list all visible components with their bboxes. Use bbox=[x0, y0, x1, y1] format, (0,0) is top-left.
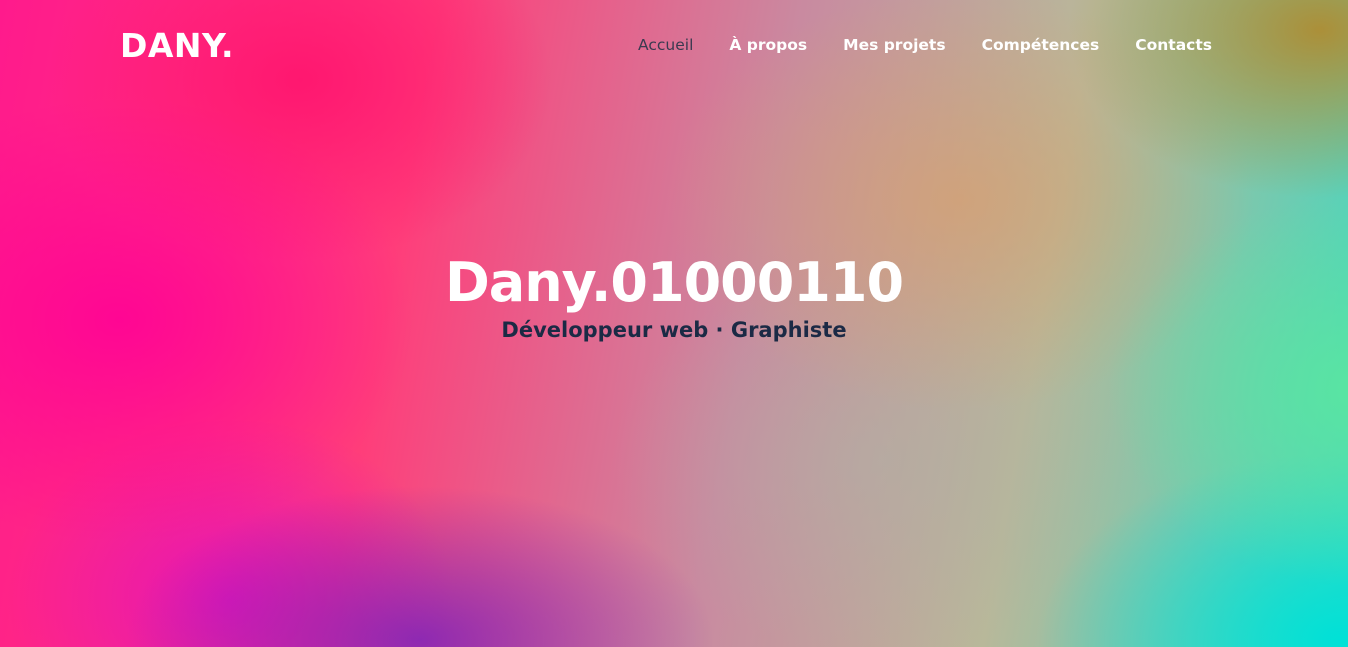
site-logo[interactable]: DANY. bbox=[120, 26, 234, 66]
nav-item-mes-projets[interactable]: Mes projets bbox=[843, 34, 945, 56]
hero-title: Dany.01000110 bbox=[444, 251, 904, 314]
nav-item-competences[interactable]: Compétences bbox=[982, 34, 1100, 56]
nav-item-contacts[interactable]: Contacts bbox=[1135, 34, 1212, 56]
hero-subtitle: Développeur web · Graphiste bbox=[501, 318, 847, 342]
main-navigation: Accueil À propos Mes projets Compétences… bbox=[638, 34, 1212, 56]
hero-content: Dany.01000110 Développeur web · Graphist… bbox=[0, 252, 1348, 344]
nav-item-accueil[interactable]: Accueil bbox=[638, 34, 693, 56]
hero-section: DANY. Accueil À propos Mes projets Compé… bbox=[0, 0, 1348, 647]
nav-item-a-propos[interactable]: À propos bbox=[729, 34, 807, 56]
